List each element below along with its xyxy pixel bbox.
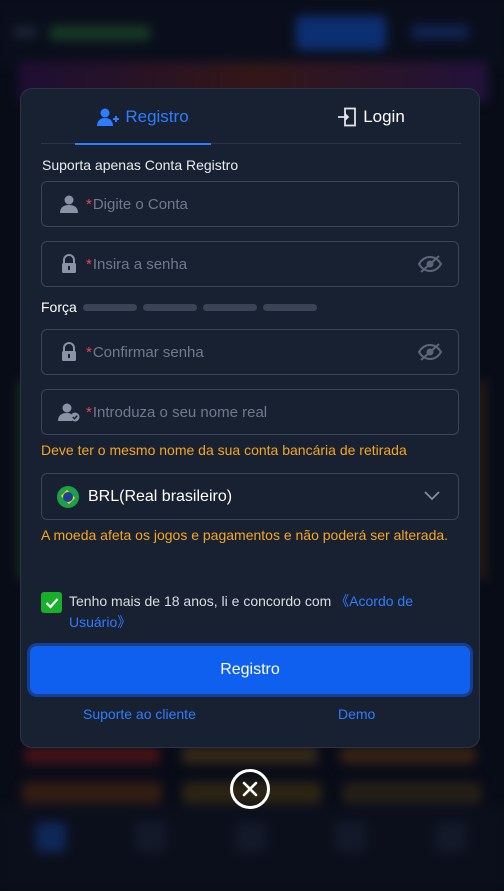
close-icon [242,781,258,797]
register-submit-button[interactable]: Registro [27,643,473,697]
user-check-icon [54,402,84,422]
account-input[interactable] [91,182,458,226]
currency-warning: A moeda afeta os jogos e pagamentos e nã… [41,527,449,543]
login-door-icon [338,107,357,126]
register-modal: Registro Login Suporta apenas Conta Regi… [20,88,480,748]
agree-checkbox[interactable] [41,592,62,613]
password-field[interactable]: * [41,241,459,287]
user-icon [54,194,84,214]
auth-tabs: Registro Login [41,89,461,145]
currency-select[interactable]: BRL(Real brasileiro) [41,473,459,520]
lock-icon [54,254,84,274]
confirm-password-field[interactable]: * [41,329,459,375]
tab-login[interactable]: Login [321,89,421,144]
customer-support-link[interactable]: Suporte ao cliente [83,706,196,722]
check-icon [45,597,58,609]
password-input[interactable] [91,242,416,286]
currency-value: BRL(Real brasileiro) [88,487,233,505]
realname-warning: Deve ter o mesmo nome da sua conta bancá… [41,442,407,458]
strength-bar [82,303,137,311]
register-hint: Suporta apenas Conta Registro [42,157,239,173]
strength-bar [202,303,257,311]
agreement-label: Tenho mais de 18 anos, li e concordo com [69,593,336,609]
strength-bar [142,303,197,311]
confirm-password-input[interactable] [91,330,416,374]
user-plus-icon [97,108,120,126]
chevron-down-icon [424,488,440,506]
eye-off-icon[interactable] [416,342,444,362]
agreement-row: Tenho mais de 18 anos, li e concordo com… [41,591,461,633]
close-modal-button[interactable] [230,769,270,809]
strength-label: Força [41,299,77,315]
agreement-text: Tenho mais de 18 anos, li e concordo com… [69,591,461,633]
tab-login-label: Login [363,106,405,126]
tab-register[interactable]: Registro [75,89,211,145]
strength-bar [262,303,317,311]
lock-icon [54,342,84,362]
account-field[interactable]: * [41,181,459,227]
tab-register-label: Registro [125,106,189,126]
eye-off-icon[interactable] [416,254,444,274]
password-strength: Força [41,299,323,315]
demo-link[interactable]: Demo [338,706,375,722]
realname-field[interactable]: * [41,389,459,435]
realname-input[interactable] [91,390,458,434]
brazil-flag-icon [57,485,79,508]
